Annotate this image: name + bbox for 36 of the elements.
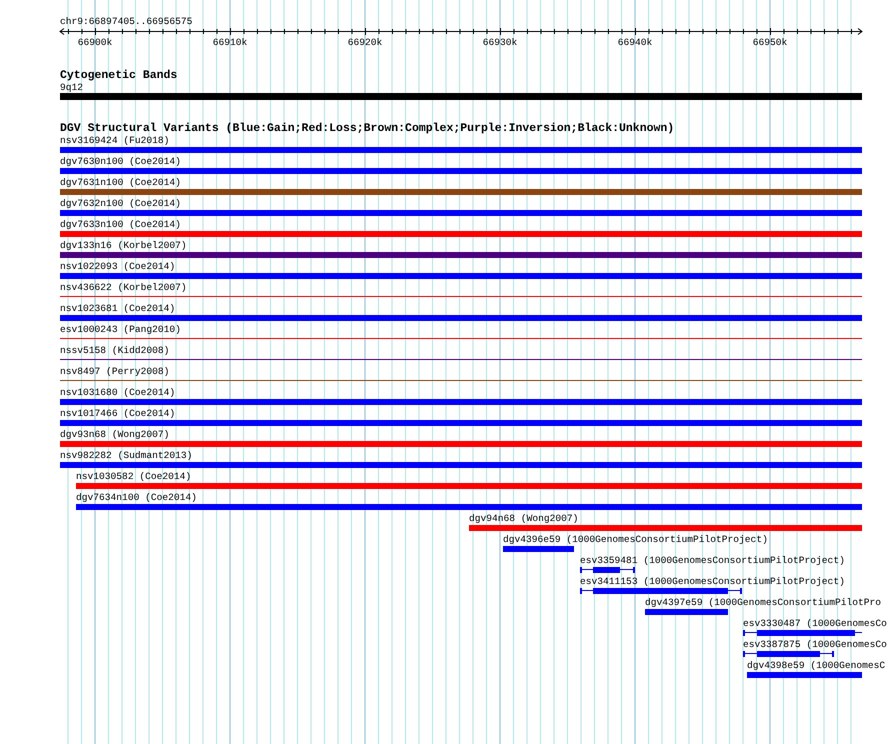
variant-label: dgv133n16 (Korbel2007)	[60, 240, 187, 251]
ruler-tick-label: 66920k	[348, 37, 382, 48]
variant-label: nsv1031680 (Coe2014)	[60, 387, 176, 398]
variant-label: dgv7631n100 (Coe2014)	[60, 177, 181, 188]
variant-label: nsv3169424 (Fu2018)	[60, 135, 170, 146]
ruler-tick-label: 66930k	[482, 37, 518, 48]
variant-label: 9q12	[60, 82, 84, 93]
variant-label: dgv4396e59 (1000GenomesConsortiumPilotProject)	[503, 534, 768, 545]
variant-label: esv1000243 (Pang2010)	[60, 324, 181, 335]
variant-label: dgv93n68 (Wong2007)	[60, 429, 170, 440]
variant-label: esv3330487 (1000GenomesCo	[743, 618, 887, 629]
variant-label: nsv8497 (Perry2008)	[60, 366, 170, 377]
variant-label: esv3411153 (1000GenomesConsortiumPilotProject)	[580, 576, 845, 587]
variant-label: nsv1022093 (Coe2014)	[60, 261, 176, 272]
track-title: DGV Structural Variants (Blue:Gain;Red:Loss;Brown:Complex;Purple:Inversion;Black:Unknown)	[60, 122, 674, 135]
ruler-tick-label: 66940k	[618, 37, 652, 48]
track-title: Cytogenetic Bands	[60, 69, 178, 82]
variant-label: nsv982282 (Sudmant2013)	[60, 450, 192, 461]
ruler-tick-label: 66910k	[212, 37, 248, 48]
variant-label: dgv4398e59 (1000GenomesC	[747, 660, 886, 671]
variant-label: dgv7632n100 (Coe2014)	[60, 198, 181, 209]
ruler-tick-label: 66900k	[78, 37, 112, 48]
variant-label: dgv94n68 (Wong2007)	[469, 513, 578, 524]
location-label: chr9:66897405..66956575	[60, 16, 192, 27]
variant-label: nsv1023681 (Coe2014)	[60, 303, 176, 314]
variant-label: dgv7634n100 (Coe2014)	[76, 492, 197, 503]
variant-label: dgv7630n100 (Coe2014)	[60, 156, 181, 167]
variant-label: esv3359481 (1000GenomesConsortiumPilotProject)	[580, 555, 845, 566]
ruler-tick-label: 66950k	[752, 37, 788, 48]
variant-label: nssv5158 (Kidd2008)	[60, 345, 170, 356]
variant-label: dgv7633n100 (Coe2014)	[60, 219, 181, 230]
variant-label: nsv436622 (Korbel2007)	[60, 282, 187, 293]
variant-label: nsv1030582 (Coe2014)	[76, 471, 192, 482]
variant-label: dgv4397e59 (1000GenomesConsortiumPilotPro	[645, 597, 882, 608]
variant-label: nsv1017466 (Coe2014)	[60, 408, 176, 419]
variant-label: esv3387875 (1000GenomesCo	[743, 639, 887, 650]
